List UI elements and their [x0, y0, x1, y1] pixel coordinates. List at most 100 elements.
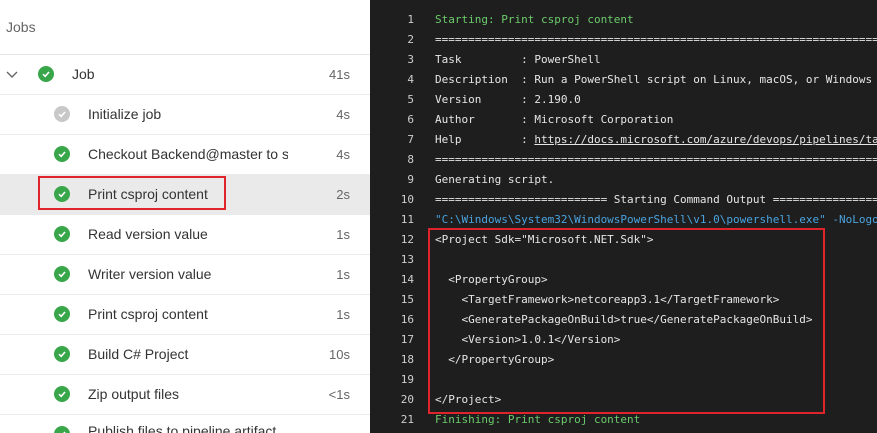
log-text: Finishing: Print csproj content — [435, 413, 641, 426]
step-row-writer-version[interactable]: Writer version value 1s — [0, 255, 370, 295]
log-line: 10 ========================== Starting Co… — [370, 190, 877, 210]
step-row-print-csproj-2[interactable]: Print csproj content 1s — [0, 295, 370, 335]
log-text: </PropertyGroup> — [435, 353, 555, 366]
step-row-publish[interactable]: Publish files to pipeline artifact — [0, 415, 370, 433]
job-label: Job — [72, 66, 95, 82]
step-row-zip[interactable]: Zip output files <1s — [0, 375, 370, 415]
step-duration: 1s — [336, 307, 350, 322]
log-text: Task : PowerShell — [435, 53, 601, 66]
step-label: Zip output files — [88, 386, 180, 402]
log-line: 8 =======================================… — [370, 150, 877, 170]
log-text: Starting: Print csproj content — [435, 13, 634, 26]
log-text: <Version>1.0.1</Version> — [435, 333, 621, 346]
log-line: 5 Version : 2.190.0 — [370, 90, 877, 110]
step-label: Publish files to pipeline artifact — [88, 423, 277, 433]
success-icon — [54, 146, 70, 162]
step-row-checkout[interactable]: Checkout Backend@master to s 4s — [0, 135, 370, 175]
log-text: Help : https://docs.microsoft.com/azure/… — [435, 133, 877, 146]
log-line: 21 Finishing: Print csproj content — [370, 410, 877, 430]
step-row-build[interactable]: Build C# Project 10s — [0, 335, 370, 375]
step-duration: 4s — [336, 107, 350, 122]
line-number: 10 — [400, 193, 414, 206]
step-row-read-version[interactable]: Read version value 1s — [0, 215, 370, 255]
log-line: 19 — [370, 370, 877, 390]
log-line: 18 </PropertyGroup> — [370, 350, 877, 370]
line-number: 12 — [400, 233, 414, 246]
log-panel: 1 Starting: Print csproj content 2 =======… — [370, 0, 877, 433]
log-line: 14 <PropertyGroup> — [370, 270, 877, 290]
log-text: Description : Run a PowerShell script on… — [435, 73, 873, 86]
jobs-panel: Jobs Job 41s Initialize job 4s Checkout … — [0, 0, 370, 433]
line-number: 17 — [400, 333, 414, 346]
step-label: Writer version value — [88, 266, 212, 282]
step-duration: 4s — [336, 147, 350, 162]
step-label: Print csproj content — [88, 306, 208, 322]
log-line: 20 </Project> — [370, 390, 877, 410]
line-number: 2 — [407, 33, 414, 46]
log-line: 2 =======================================… — [370, 30, 877, 50]
line-number: 9 — [407, 173, 414, 186]
help-link[interactable]: https://docs.microsoft.com/azure/devops/… — [534, 133, 877, 146]
step-duration: 10s — [329, 347, 350, 362]
log-text: Version : 2.190.0 — [435, 93, 581, 106]
log-line: 16 <GeneratePackageOnBuild>true</Generat… — [370, 310, 877, 330]
step-duration: 1s — [336, 267, 350, 282]
step-duration: 2s — [336, 187, 350, 202]
log-text: ========================================… — [435, 33, 877, 46]
success-icon — [54, 346, 70, 362]
help-label: Help : — [435, 133, 535, 146]
log-line: 1 Starting: Print csproj content — [370, 10, 877, 30]
line-number: 3 — [407, 53, 414, 66]
line-number: 1 — [407, 13, 414, 26]
job-row[interactable]: Job 41s — [0, 55, 370, 95]
chevron-down-icon[interactable] — [5, 67, 19, 81]
success-icon — [38, 66, 54, 82]
line-number: 13 — [400, 253, 414, 266]
log-line: 6 Author : Microsoft Corporation — [370, 110, 877, 130]
job-duration: 41s — [329, 67, 350, 82]
log-text: ========================================… — [435, 153, 877, 166]
log-line: 13 — [370, 250, 877, 270]
step-duration: <1s — [328, 387, 350, 402]
log-line: 3 Task : PowerShell — [370, 50, 877, 70]
log-text: <PropertyGroup> — [435, 273, 548, 286]
step-label: Build C# Project — [88, 346, 189, 362]
line-number: 11 — [400, 213, 414, 226]
log-text: <Project Sdk="Microsoft.NET.Sdk"> — [435, 233, 654, 246]
jobs-header: Jobs — [0, 0, 370, 55]
log-text: <TargetFramework>netcoreapp3.1</TargetFr… — [435, 293, 780, 306]
line-number: 18 — [400, 353, 414, 366]
log-text: "C:\Windows\System32\WindowsPowerShell\v… — [435, 213, 877, 226]
success-icon — [54, 306, 70, 322]
line-number: 5 — [407, 93, 414, 106]
log-text: ========================== Starting Comm… — [435, 193, 877, 206]
line-number: 16 — [400, 313, 414, 326]
log-text: </Project> — [435, 393, 502, 406]
line-number: 15 — [400, 293, 414, 306]
line-number: 14 — [400, 273, 414, 286]
log-line: 12 <Project Sdk="Microsoft.NET.Sdk"> — [370, 230, 877, 250]
success-icon — [54, 386, 70, 402]
step-label: Initialize job — [88, 106, 162, 122]
step-label: Print csproj content — [88, 186, 208, 202]
log-line: 7 Help : https://docs.microsoft.com/azure… — [370, 130, 877, 150]
log-text: Author : Microsoft Corporation — [435, 113, 674, 126]
log-text: Generating script. — [435, 173, 555, 186]
line-number: 19 — [400, 373, 414, 386]
line-number: 4 — [407, 73, 414, 86]
step-row-print-csproj-selected[interactable]: Print csproj content 2s — [0, 175, 370, 215]
success-icon — [54, 426, 70, 433]
line-number: 20 — [400, 393, 414, 406]
log-line: 15 <TargetFramework>netcoreapp3.1</Targe… — [370, 290, 877, 310]
step-row-initialize-job[interactable]: Initialize job 4s — [0, 95, 370, 135]
log-line: 9 Generating script. — [370, 170, 877, 190]
line-number: 6 — [407, 113, 414, 126]
success-icon — [54, 226, 70, 242]
step-label: Checkout Backend@master to s — [88, 146, 288, 162]
skipped-icon — [54, 106, 70, 122]
log-line: 17 <Version>1.0.1</Version> — [370, 330, 877, 350]
line-number: 21 — [400, 413, 414, 426]
log-text: <GeneratePackageOnBuild>true</GeneratePa… — [435, 313, 813, 326]
step-duration: 1s — [336, 227, 350, 242]
log-line: 11 "C:\Windows\System32\WindowsPowerShell… — [370, 210, 877, 230]
